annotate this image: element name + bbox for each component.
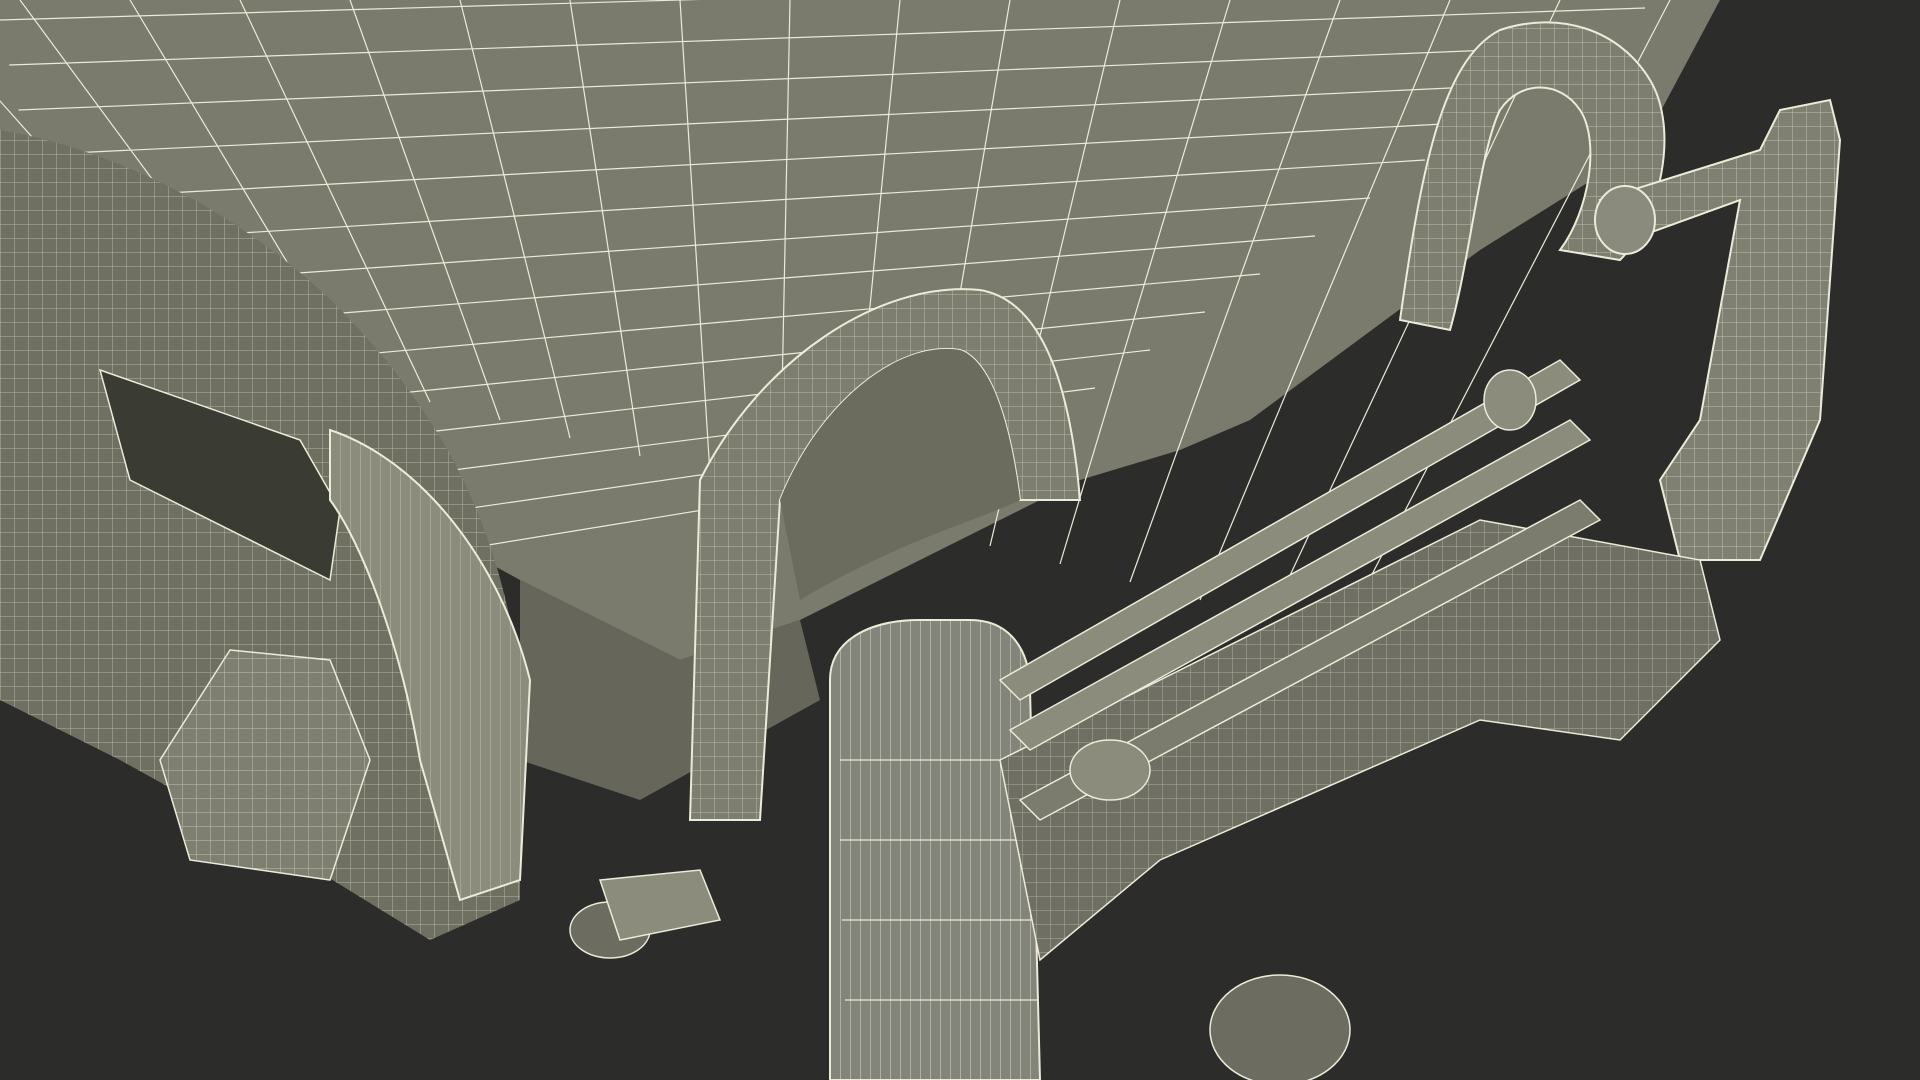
3d-viewport <box>0 0 1920 1080</box>
caster-right <box>1209 974 1351 1080</box>
bed-wireframe-render <box>0 0 1842 1080</box>
rod-collar <box>1069 739 1151 801</box>
handle-knob <box>1594 185 1656 255</box>
corner-bumper <box>598 869 722 941</box>
rod-clamp <box>1483 369 1537 431</box>
